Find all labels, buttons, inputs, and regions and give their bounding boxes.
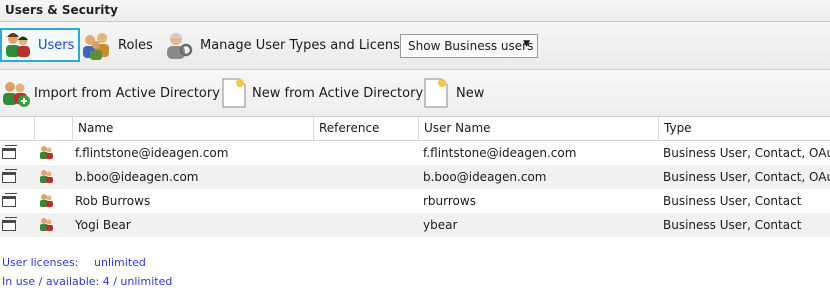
roles-button[interactable]: Roles [80,28,153,62]
in-use-available: In use / available: 4 / unlimited [2,275,173,288]
column-reference-header[interactable]: Reference [313,117,418,140]
manage-user-types-label: Manage User Types and Licenses [200,37,415,53]
row-username: b.boo@ideagen.com [423,170,547,184]
users-button[interactable]: Users [0,28,80,62]
column-name-header[interactable]: Name [72,117,313,140]
window-icon[interactable] [2,217,17,231]
row-name: b.boo@ideagen.com [75,170,199,184]
manage-user-types-button[interactable]: Manage User Types and Licenses [162,28,415,62]
user-filter-dropdown[interactable]: Show Business users ▼ [400,34,538,58]
user-filter-value: Show Business users [408,39,534,53]
title-bar: Users & Security [0,0,830,22]
user-licenses-label: User licenses: [2,256,79,269]
row-type: Business User, Contact [663,218,802,232]
user-icon [40,146,53,159]
roles-label: Roles [118,37,153,53]
row-name: Yogi Bear [75,218,131,232]
table-row[interactable]: f.flintstone@ideagen.com f.flintstone@id… [0,141,830,165]
admin-user-icon [167,33,193,59]
new-label: New [456,85,485,101]
users-icon [6,33,30,57]
import-users-icon [3,82,30,107]
user-licenses: User licenses: unlimited [2,256,146,269]
row-username: rburrows [423,194,476,208]
new-document-icon [424,78,448,108]
window-icon[interactable] [2,169,17,183]
table-row[interactable]: Yogi Bear ybear Business User, Contact [0,213,830,237]
table-row[interactable]: Rob Burrows rburrows Business User, Cont… [0,189,830,213]
column-icon-header [34,117,72,140]
chevron-down-icon: ▼ [523,39,530,49]
table-row[interactable]: b.boo@ideagen.com b.boo@ideagen.com Busi… [0,165,830,189]
user-icon [40,170,53,183]
import-from-ad-button[interactable]: Import from Active Directory [0,76,220,110]
user-icon [40,194,53,207]
row-type: Business User, Contact, OAuth [663,170,830,184]
column-username-header[interactable]: User Name [418,117,658,140]
user-icon [40,218,53,231]
row-type: Business User, Contact [663,194,802,208]
import-from-ad-label: Import from Active Directory [34,85,220,101]
window-title: Users & Security [5,3,118,17]
row-username: f.flintstone@ideagen.com [423,146,577,160]
row-type: Business User, Contact, OAuth [663,146,830,160]
row-name: Rob Burrows [75,194,151,208]
view-toolbar: Users Roles Manage User Types and Licens… [0,22,830,70]
column-type-header[interactable]: Type [658,117,830,140]
new-from-ad-button[interactable]: New from Active Directory [218,76,423,110]
roles-icon [83,33,109,60]
new-button[interactable]: New [420,76,484,110]
row-name: f.flintstone@ideagen.com [75,146,229,160]
table-header: Name Reference User Name Type [0,117,830,141]
user-licenses-value: unlimited [94,256,146,269]
action-toolbar: Import from Active Directory New from Ac… [0,70,830,117]
new-document-icon [222,78,246,108]
window-icon[interactable] [2,145,17,159]
window-icon[interactable] [2,193,17,207]
new-from-ad-label: New from Active Directory [252,85,424,101]
users-label: Users [38,37,75,53]
row-username: ybear [423,218,458,232]
